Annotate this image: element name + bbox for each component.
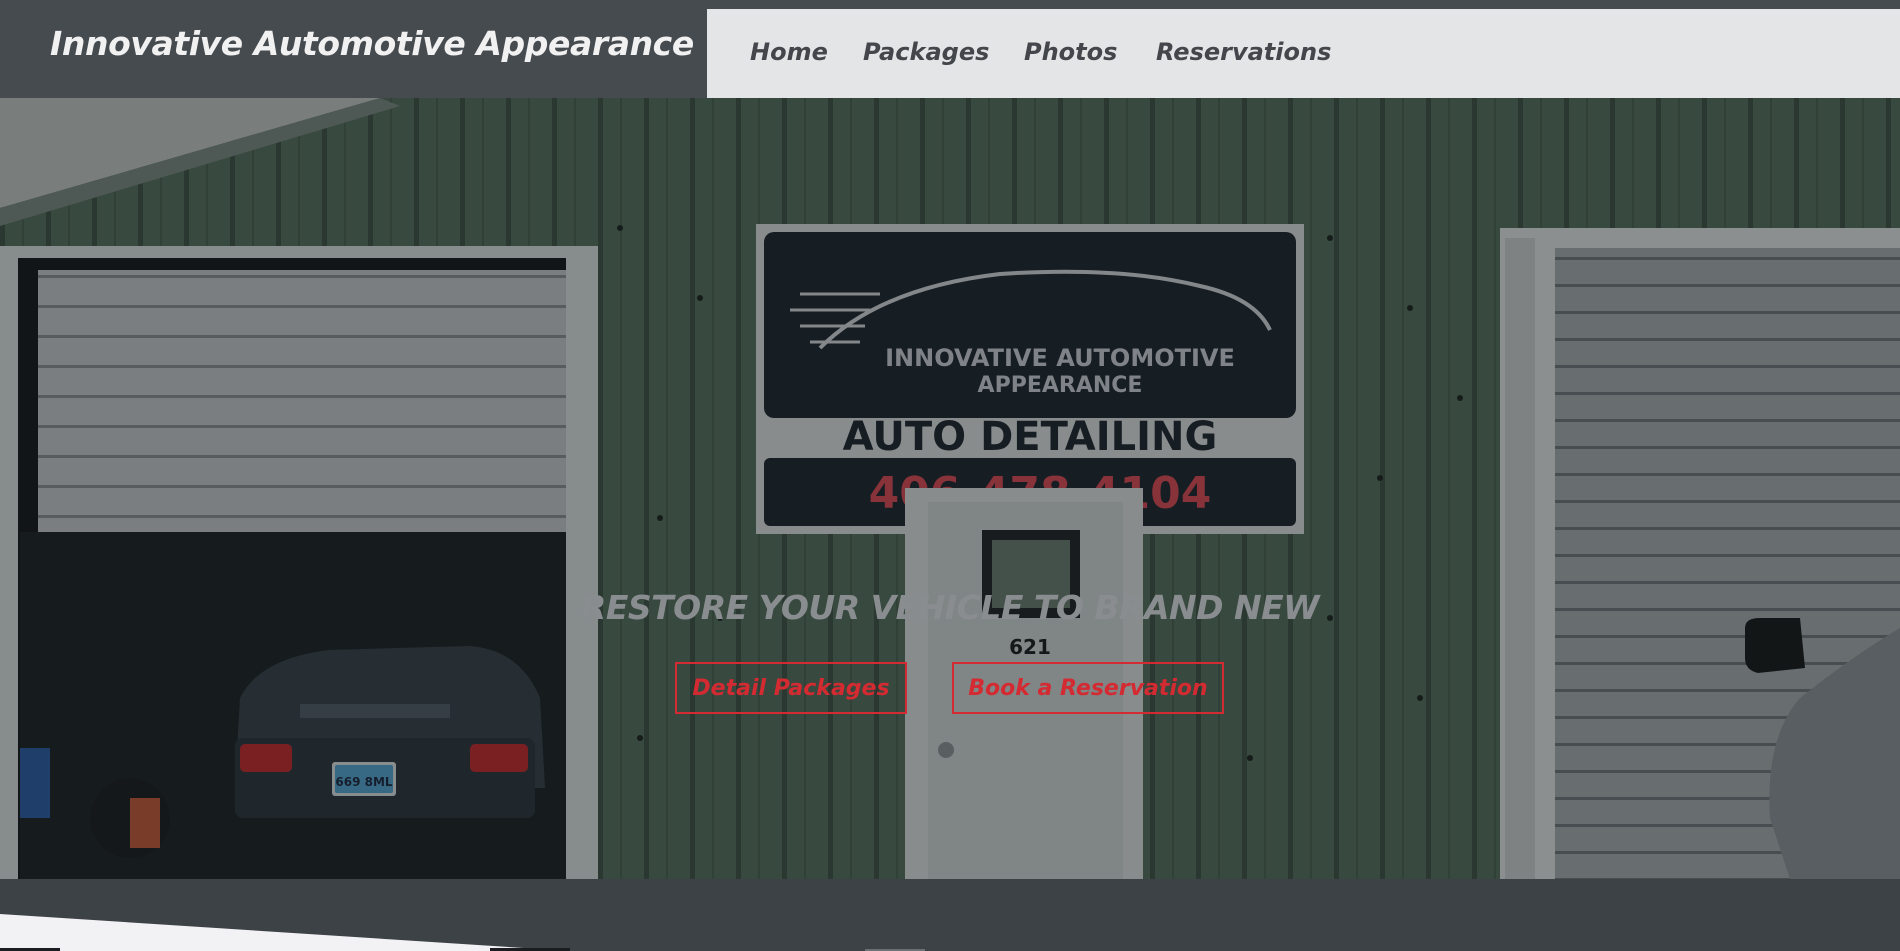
nav-top-border [707,0,1900,9]
book-reservation-button[interactable]: Book a Reservation [952,662,1224,714]
nav-item-reservations[interactable]: Reservations [1156,38,1331,66]
angled-divider-shape [0,914,925,951]
detail-packages-button[interactable]: Detail Packages [675,662,907,714]
site-logo-text[interactable]: Innovative Automotive Appearance [50,24,694,63]
section-divider [0,879,1900,951]
nav-item-home[interactable]: Home [750,38,828,66]
nav-item-packages[interactable]: Packages [863,38,989,66]
hero-section: 669 8ML INNOVATIVE AUTOMOTIVE APPEARANCE… [0,98,1900,879]
hero-headline: RESTORE YOUR VEHICLE TO BRAND NEW [580,588,1320,627]
hero-dark-overlay [0,98,1900,879]
nav-item-photos[interactable]: Photos [1024,38,1117,66]
site-header: Innovative Automotive Appearance Home Pa… [0,0,1900,98]
brand-bar: Innovative Automotive Appearance [0,0,707,98]
main-nav: Home Packages Photos Reservations [707,9,1900,98]
